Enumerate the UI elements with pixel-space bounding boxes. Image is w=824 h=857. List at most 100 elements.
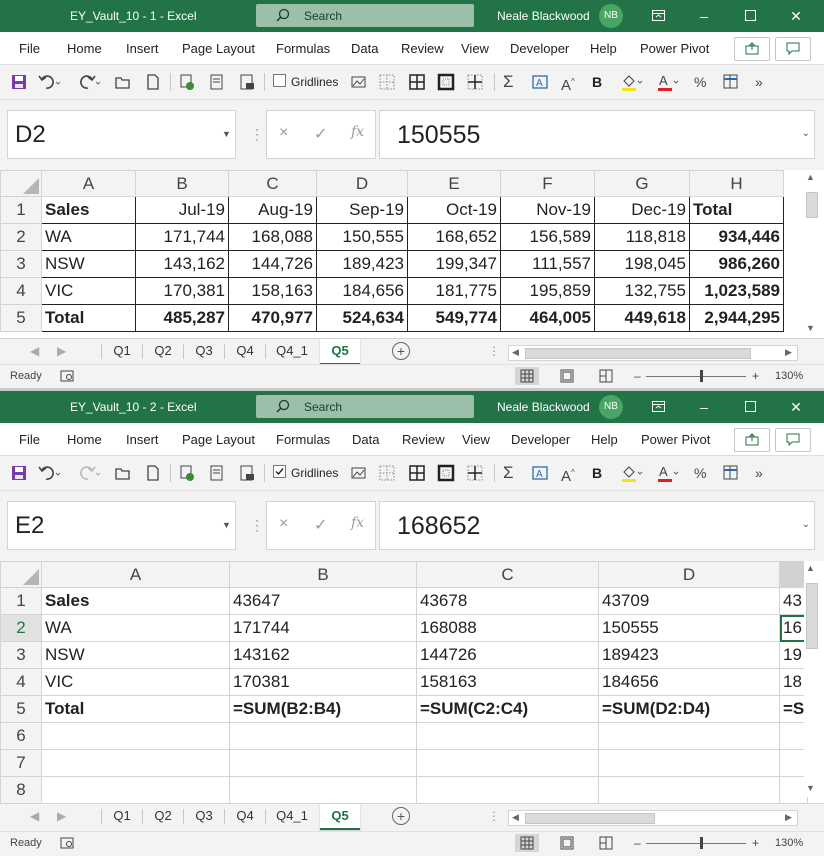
zoom-slider-knob[interactable] xyxy=(700,370,703,382)
inside-borders-icon[interactable] xyxy=(466,73,484,91)
tab-split-grip[interactable]: ⋮ xyxy=(488,809,500,823)
zoom-out-icon[interactable]: – xyxy=(634,369,641,383)
page-break-view-icon[interactable] xyxy=(594,367,618,385)
next-sheet-icon[interactable]: ▶ xyxy=(57,344,66,358)
cell[interactable] xyxy=(416,722,599,750)
select-all-corner[interactable] xyxy=(0,170,42,197)
format-table-icon[interactable] xyxy=(722,464,740,482)
increase-font-icon[interactable]: A^ xyxy=(561,73,579,94)
row-header[interactable]: 2 xyxy=(0,223,42,251)
search-box[interactable]: Search xyxy=(256,4,474,27)
cell[interactable]: =SUM(C2:C4) xyxy=(416,695,599,723)
sheet-tab-q3[interactable]: Q3 xyxy=(184,804,224,828)
cell[interactable] xyxy=(598,749,780,777)
all-borders-icon[interactable] xyxy=(408,73,426,91)
spelling-icon[interactable] xyxy=(178,464,196,482)
new-icon[interactable] xyxy=(144,464,162,482)
cell[interactable]: Nov-19 xyxy=(500,196,595,224)
cell[interactable]: 449,618 xyxy=(594,304,690,332)
tab-developer[interactable]: Developer xyxy=(510,41,569,56)
cell[interactable] xyxy=(41,749,230,777)
name-box[interactable]: E2 ▼ xyxy=(7,501,236,550)
prev-sheet-icon[interactable]: ◀ xyxy=(30,809,39,823)
scroll-thumb[interactable] xyxy=(525,348,751,359)
name-box[interactable]: D2 ▼ xyxy=(7,110,236,159)
zoom-in-icon[interactable]: + xyxy=(752,836,759,850)
column-header[interactable]: C xyxy=(228,170,317,197)
cell[interactable]: 156,589 xyxy=(500,223,595,251)
bold-icon[interactable]: B xyxy=(592,464,610,482)
tab-file[interactable]: File xyxy=(19,41,40,56)
cell[interactable]: WA xyxy=(41,614,230,642)
zoom-in-icon[interactable]: + xyxy=(752,369,759,383)
tab-power-pivot[interactable]: Power Pivot xyxy=(641,432,710,447)
cell[interactable]: 168,652 xyxy=(407,223,501,251)
cell[interactable] xyxy=(598,722,780,750)
scroll-thumb[interactable] xyxy=(806,192,818,218)
cancel-icon[interactable]: × xyxy=(279,515,288,533)
expand-formula-icon[interactable]: ⌄ xyxy=(802,128,810,139)
cell[interactable] xyxy=(416,776,599,804)
all-borders-icon[interactable] xyxy=(408,464,426,482)
tab-data[interactable]: Data xyxy=(351,41,378,56)
sheet-table[interactable]: A B C D E F G H 1 Sales Jul-19 Aug-19 Se… xyxy=(0,170,784,332)
row-header[interactable]: 1 xyxy=(0,587,42,615)
column-header[interactable]: A xyxy=(41,561,230,588)
chevron-down-icon[interactable]: ▼ xyxy=(222,129,231,139)
row-header[interactable]: 3 xyxy=(0,641,42,669)
ribbon-display-options-icon[interactable] xyxy=(648,6,668,26)
cell[interactable]: 143,162 xyxy=(135,250,229,278)
normal-view-icon[interactable] xyxy=(515,834,539,852)
cell[interactable]: Total xyxy=(41,304,136,332)
sheet-tab-q3[interactable]: Q3 xyxy=(184,339,224,363)
undo-icon[interactable] xyxy=(38,464,60,482)
column-header[interactable]: D xyxy=(598,561,780,588)
cell[interactable]: Total xyxy=(689,196,784,224)
search-box[interactable]: Search xyxy=(256,395,474,418)
cell[interactable] xyxy=(229,749,417,777)
comments-button[interactable] xyxy=(775,37,811,61)
cell[interactable]: Sep-19 xyxy=(316,196,408,224)
cell[interactable]: 199,347 xyxy=(407,250,501,278)
bold-icon[interactable]: B xyxy=(592,73,610,91)
tab-formulas[interactable]: Formulas xyxy=(276,41,330,56)
minimize-icon[interactable]: – xyxy=(694,6,714,26)
insert-function-icon[interactable]: fx xyxy=(351,124,364,140)
sheet-tab-q5[interactable]: Q5 xyxy=(320,804,360,830)
fill-color-icon[interactable] xyxy=(620,464,643,482)
scroll-right-icon[interactable]: ▶ xyxy=(785,347,792,358)
thick-border-icon[interactable] xyxy=(437,73,455,91)
cell[interactable] xyxy=(41,776,230,804)
cell[interactable]: 158,163 xyxy=(228,277,317,305)
cell[interactable]: =SUM(B2:B4) xyxy=(229,695,417,723)
cell[interactable]: Total xyxy=(41,695,230,723)
cell[interactable]: =SUM(D2:D4) xyxy=(598,695,780,723)
column-header[interactable]: G xyxy=(594,170,690,197)
sheet-tab-q4[interactable]: Q4 xyxy=(225,339,265,363)
row-header[interactable]: 1 xyxy=(0,196,42,224)
image-icon[interactable] xyxy=(350,464,368,482)
print-preview-icon[interactable] xyxy=(208,464,226,482)
macro-record-icon[interactable] xyxy=(60,370,74,385)
scroll-thumb[interactable] xyxy=(806,583,818,649)
tab-view[interactable]: View xyxy=(461,41,489,56)
cell[interactable]: 43678 xyxy=(416,587,599,615)
scroll-down-icon[interactable]: ▼ xyxy=(806,323,815,333)
tab-home[interactable]: Home xyxy=(67,41,102,56)
redo-icon[interactable] xyxy=(78,464,100,482)
cell[interactable] xyxy=(416,749,599,777)
formula-bar-grip[interactable]: ⋮ xyxy=(250,517,264,534)
sheet-tab-q1[interactable]: Q1 xyxy=(102,339,142,363)
sum-icon[interactable]: Σ xyxy=(503,464,521,482)
thick-border-icon[interactable] xyxy=(437,464,455,482)
normal-view-icon[interactable] xyxy=(515,367,539,385)
cell[interactable]: 158163 xyxy=(416,668,599,696)
cell[interactable]: 118,818 xyxy=(594,223,690,251)
fill-color-icon[interactable] xyxy=(620,73,643,91)
avatar[interactable]: NB xyxy=(599,4,623,28)
column-header[interactable]: A xyxy=(41,170,136,197)
percent-icon[interactable]: % xyxy=(694,73,712,91)
print-preview-icon[interactable] xyxy=(208,73,226,91)
column-header[interactable]: E xyxy=(407,170,501,197)
increase-font-icon[interactable]: A^ xyxy=(561,464,579,485)
